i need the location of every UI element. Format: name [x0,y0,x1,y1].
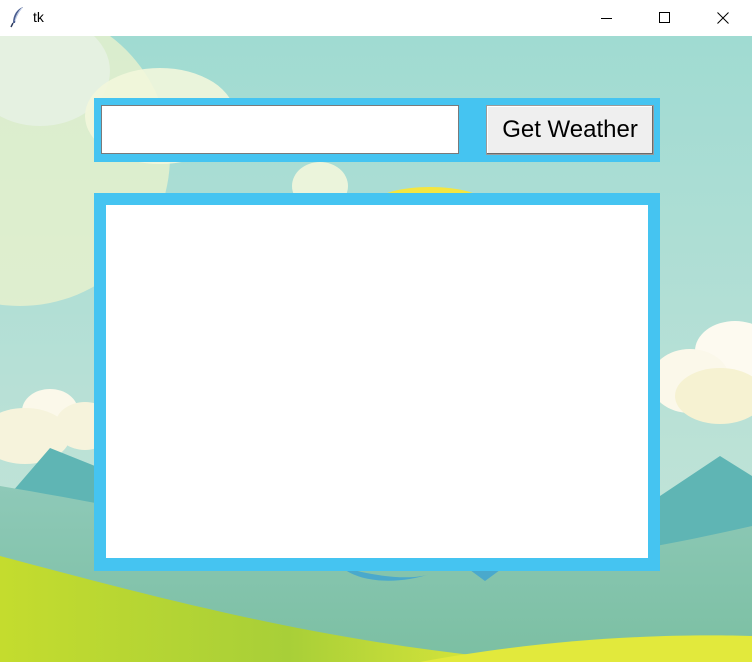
city-input[interactable] [101,105,459,154]
result-frame [94,193,660,571]
maximize-icon [659,12,670,23]
tk-feather-icon [10,6,26,28]
minimize-icon [601,18,612,19]
window-title: tk [33,9,44,25]
close-button[interactable] [694,0,752,36]
minimize-button[interactable] [578,0,636,36]
window-titlebar[interactable]: tk [0,0,752,36]
weather-result-label [106,205,648,558]
maximize-button[interactable] [636,0,694,36]
input-frame: Get Weather [94,98,660,162]
window-content: Get Weather [0,36,752,662]
close-icon [717,12,729,24]
get-weather-button[interactable]: Get Weather [486,105,654,155]
